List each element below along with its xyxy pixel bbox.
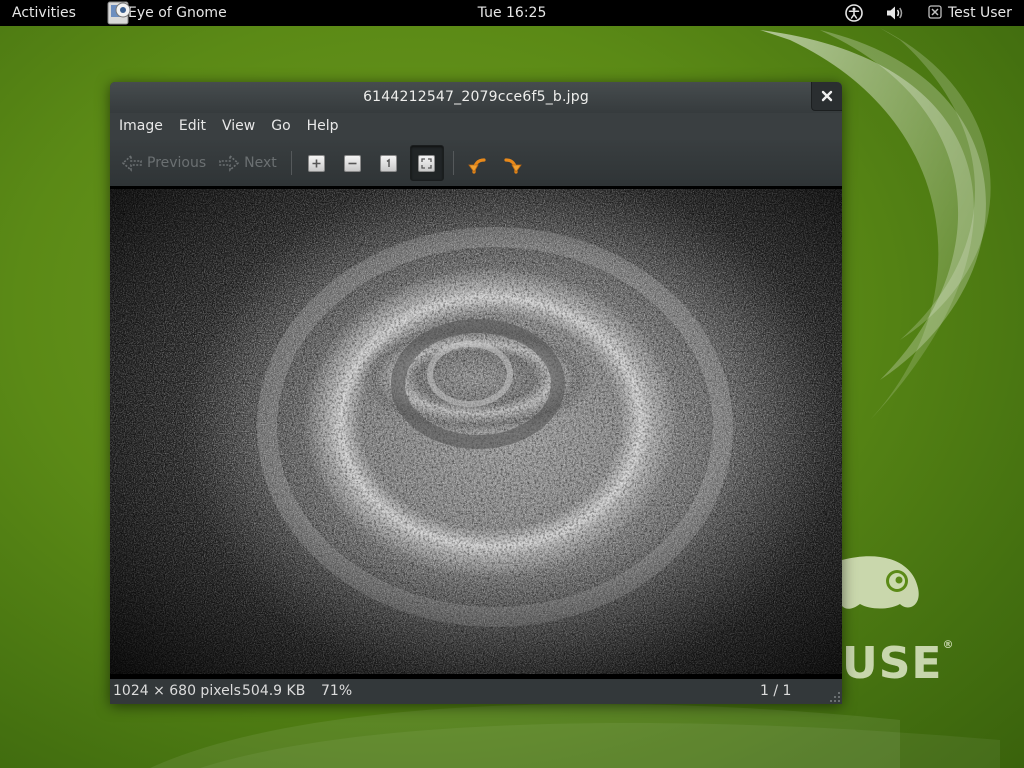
zoom-in-button[interactable]: [302, 147, 332, 179]
status-image-position: 1 / 1: [760, 683, 792, 699]
window-titlebar[interactable]: 6144212547_2079cce6f5_b.jpg: [110, 82, 842, 113]
zoom-fit-icon: [418, 154, 436, 172]
normal-size-button[interactable]: [374, 147, 404, 179]
accessibility-icon[interactable]: [845, 4, 863, 22]
status-zoom: 71%: [321, 683, 353, 699]
toolbar: Previous Next: [110, 140, 842, 186]
go-next-icon: [219, 154, 240, 172]
rotate-left-button[interactable]: [462, 147, 492, 179]
best-fit-button[interactable]: [409, 145, 444, 181]
next-label: Next: [244, 155, 277, 171]
close-button[interactable]: [811, 82, 842, 111]
image-viewer-window: 6144212547_2079cce6f5_b.jpg Image Edit V…: [110, 82, 842, 704]
volume-icon[interactable]: [885, 4, 905, 22]
status-filesize: 504.9 KB: [242, 683, 306, 699]
menu-view[interactable]: View: [214, 113, 263, 140]
image-view[interactable]: [110, 186, 842, 679]
menu-help[interactable]: Help: [299, 113, 347, 140]
zoom-original-icon: [380, 154, 398, 172]
window-title: 6144212547_2079cce6f5_b.jpg: [363, 89, 589, 105]
status-dimensions: 1024 × 680 pixels: [113, 683, 241, 699]
rotate-right-icon: [504, 158, 522, 174]
menubar: Image Edit View Go Help: [110, 113, 842, 140]
opensuse-logo-text: USE®: [842, 638, 955, 689]
app-menu[interactable]: Eye of Gnome: [104, 0, 227, 26]
zoom-out-icon: [344, 154, 362, 172]
zoom-in-icon: [308, 154, 326, 172]
menu-go[interactable]: Go: [263, 113, 298, 140]
rotate-left-icon: [468, 158, 486, 174]
displayed-image: [110, 189, 842, 674]
eye-of-gnome-app-icon: [104, 0, 132, 26]
toolbar-separator: [290, 151, 292, 175]
opensuse-logo: [842, 556, 919, 609]
menu-image[interactable]: Image: [110, 113, 171, 140]
statusbar: 1024 × 680 pixels 504.9 KB 71% 1 / 1: [110, 679, 842, 704]
previous-label: Previous: [147, 155, 207, 171]
clock[interactable]: Tue 16:25: [478, 5, 547, 21]
top-panel: Activities Eye of Gnome Tue 16:25 Test U…: [0, 0, 1024, 26]
close-icon: [821, 90, 833, 102]
app-menu-label: Eye of Gnome: [128, 5, 227, 21]
zoom-out-button[interactable]: [338, 147, 368, 179]
user-name: Test User: [948, 5, 1012, 21]
go-previous-icon: [121, 154, 142, 172]
rotate-right-button[interactable]: [498, 147, 528, 179]
user-menu[interactable]: Test User: [928, 0, 1012, 26]
previous-button[interactable]: Previous: [121, 147, 206, 179]
resize-grip-icon[interactable]: [830, 692, 840, 702]
status-offline-icon: [928, 5, 942, 19]
toolbar-separator: [452, 151, 454, 175]
activities-button[interactable]: Activities: [12, 0, 76, 26]
menu-edit[interactable]: Edit: [171, 113, 214, 140]
next-button[interactable]: Next: [218, 147, 277, 179]
